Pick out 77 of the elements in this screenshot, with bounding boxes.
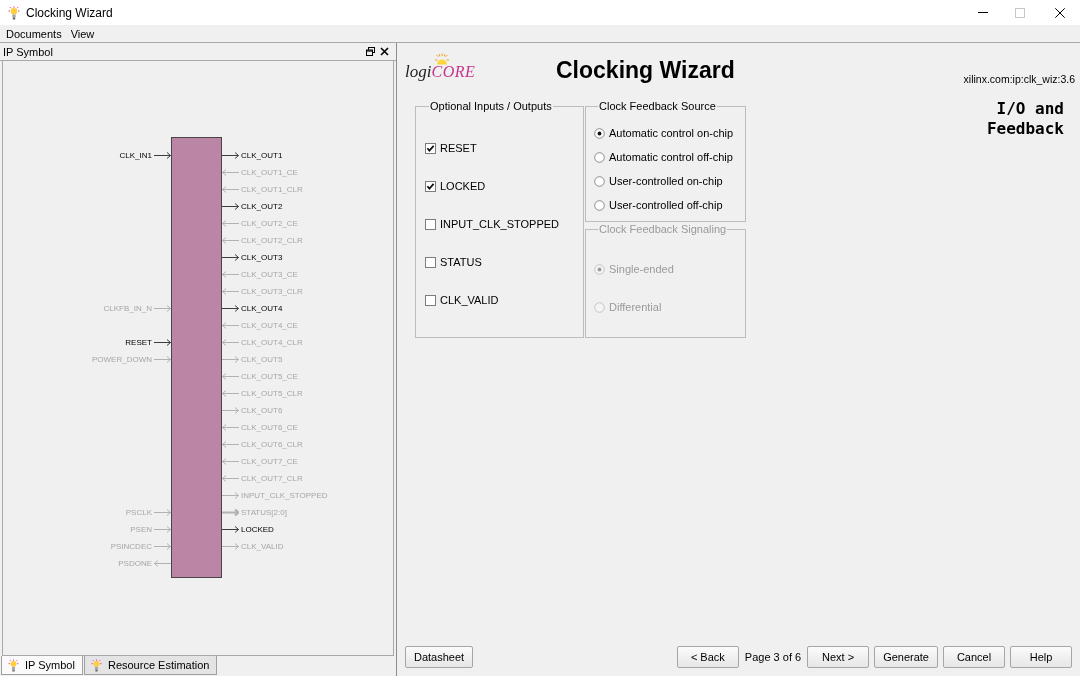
ip-identifier: xilinx.com:ip:clk_wiz:3.6 [963, 73, 1075, 85]
radio-label[interactable]: User-controlled on-chip [609, 174, 723, 188]
pin-label: CLK_OUT6 [241, 405, 283, 416]
pin-label: RESET [125, 337, 152, 348]
pin-label: PSCLK [125, 507, 152, 518]
checkbox-label[interactable]: CLK_VALID [440, 293, 499, 307]
group-title: Clock Feedback Source [598, 100, 717, 113]
pin-label: CLK_OUT4 [241, 303, 283, 314]
pin-label: INPUT_CLK_STOPPED [241, 490, 328, 501]
radio-label[interactable]: Automatic control on-chip [609, 126, 734, 140]
radio-button[interactable] [594, 151, 605, 163]
checkbox[interactable] [425, 294, 436, 306]
page-heading: I/O and Feedback [985, 99, 1064, 139]
radio-label[interactable]: User-controlled off-chip [609, 198, 723, 212]
pin-label: CLK_OUT3 [241, 252, 283, 263]
pin-label: CLK_OUT6_CE [241, 422, 298, 433]
pin-label: PSINCDEC [110, 541, 152, 552]
pin-label: CLK_OUT2_CLR [241, 235, 303, 246]
group-title: Clock Feedback Signaling [598, 223, 728, 236]
pin-label: CLK_OUT2_CE [241, 218, 298, 229]
window-title: Clocking Wizard [26, 5, 113, 20]
checkbox[interactable] [425, 142, 436, 154]
wizard-button[interactable]: Generate [874, 646, 938, 668]
pin-label: CLK_OUT1_CLR [241, 184, 303, 195]
wizard-button[interactable]: < Back [676, 646, 739, 668]
checkbox-label[interactable]: LOCKED [440, 179, 486, 193]
pin-label: PSDONE [118, 558, 152, 569]
wizard-button[interactable]: Help [1010, 646, 1072, 668]
sun-icon [433, 53, 451, 67]
pin-label: CLK_OUT7_CE [241, 456, 298, 467]
pin-label: STATUS[2:0] [241, 507, 287, 518]
checkbox-label[interactable]: STATUS [440, 255, 482, 269]
checkbox[interactable] [425, 218, 436, 230]
wizard-title: Clocking Wizard [556, 56, 735, 84]
close-icon[interactable] [380, 47, 389, 56]
panel-tab[interactable]: Resource Estimation [83, 656, 218, 675]
restore-icon[interactable] [366, 47, 375, 56]
close-icon[interactable] [1055, 7, 1065, 18]
pin-label: CLK_OUT3_CLR [241, 286, 303, 297]
pin-label: PSEN [130, 524, 152, 535]
wizard-button[interactable]: Next > [807, 646, 870, 668]
pin-label: CLK_OUT4_CLR [241, 337, 303, 348]
group-title: Optional Inputs / Outputs [429, 100, 553, 113]
pin-label: CLK_OUT6_CLR [241, 439, 303, 450]
light-bulb-icon [8, 5, 20, 20]
checkbox-label[interactable]: RESET [440, 141, 477, 155]
pin-label: CLK_OUT5_CE [241, 371, 298, 382]
pin-label: CLK_OUT1 [241, 150, 283, 161]
pin-label: CLK_OUT5_CLR [241, 388, 303, 399]
pin-label: CLK_VALID [241, 541, 284, 552]
panel-title: IP Symbol [3, 44, 53, 59]
radio-button[interactable] [594, 199, 605, 211]
panel-tab[interactable]: IP Symbol [1, 656, 83, 675]
checkbox[interactable] [425, 256, 436, 268]
pin-label: CLK_OUT1_CE [241, 167, 298, 178]
light-bulb-icon [8, 658, 19, 672]
logo-text: logiCORE [405, 62, 476, 83]
pin-label: CLKFB_IN_N [103, 303, 152, 314]
pin-label: CLK_OUT5 [241, 354, 283, 365]
light-bulb-icon [90, 658, 102, 672]
pin-label: CLK_OUT3_CE [241, 269, 298, 280]
pin-label: CLK_OUT4_CE [241, 320, 298, 331]
radio-button[interactable] [594, 175, 605, 187]
menu-item[interactable]: View [70, 26, 95, 41]
pin-label: CLK_IN1 [119, 150, 152, 161]
checkbox[interactable] [425, 180, 436, 192]
pin-label: CLK_OUT2 [241, 201, 283, 212]
pin-label: LOCKED [241, 524, 274, 535]
radio-label[interactable]: Automatic control off-chip [609, 150, 733, 164]
pin-label: POWER_DOWN [92, 354, 152, 365]
checkbox-label[interactable]: INPUT_CLK_STOPPED [440, 217, 559, 231]
page-indicator: Page 3 of 6 [744, 651, 802, 663]
radio-button[interactable] [594, 127, 605, 139]
pin-label: CLK_OUT7_CLR [241, 473, 303, 484]
menu-item[interactable]: Documents [6, 26, 62, 41]
datasheet-button[interactable]: Datasheet [405, 646, 474, 668]
wizard-button[interactable]: Cancel [943, 646, 1005, 668]
